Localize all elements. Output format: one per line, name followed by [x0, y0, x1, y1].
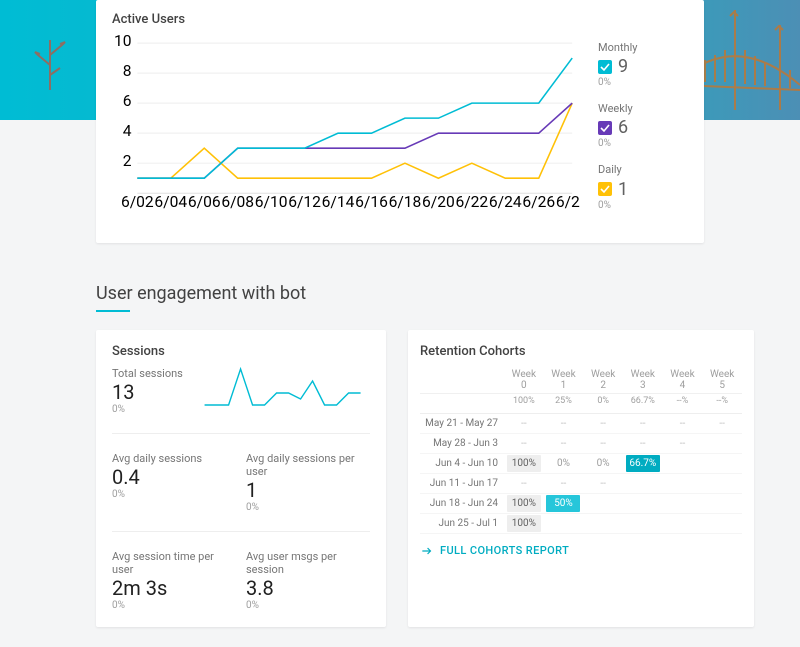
retention-table: Week 0Week 1Week 2Week 3Week 4Week 5 100…	[420, 367, 742, 534]
retention-row: Jun 4 - Jun 10100%0%0%66.7%	[420, 453, 742, 473]
card-title: Sessions	[112, 344, 370, 359]
svg-text:6/14: 6/14	[322, 193, 355, 211]
retention-col-header: Week 0	[504, 367, 544, 394]
svg-text:8: 8	[123, 62, 132, 80]
card-title: Retention Cohorts	[420, 344, 742, 359]
checkbox-monthly[interactable]	[598, 60, 612, 74]
card-title: Active Users	[112, 12, 688, 27]
sessions-sparkline	[195, 367, 370, 411]
svg-text:2: 2	[123, 152, 132, 170]
svg-text:6/06: 6/06	[188, 193, 221, 211]
svg-text:6/28: 6/28	[556, 193, 580, 211]
retention-col-header: Week 1	[544, 367, 584, 394]
stat-avg-msgs-per-session: Avg user msgs per session 3.8 0%	[246, 550, 370, 611]
retention-card: Retention Cohorts Week 0Week 1Week 2Week…	[408, 330, 754, 627]
divider	[112, 531, 370, 532]
svg-text:6: 6	[123, 92, 132, 110]
retention-row: Jun 25 - Jul 1100%	[420, 513, 742, 533]
checkbox-daily[interactable]	[598, 182, 612, 196]
sessions-card: Sessions Total sessions 13 0% Avg daily …	[96, 330, 386, 627]
retention-col-header: Week 5	[702, 367, 742, 394]
active-users-legend: Monthly 9 0% Weekly 6 0% Daily	[598, 35, 688, 225]
svg-text:10: 10	[114, 35, 132, 50]
heading-underline	[96, 310, 130, 312]
retention-col-header: Week 3	[623, 367, 663, 394]
retention-row: May 21 - May 27------------	[420, 413, 742, 433]
active-users-chart[interactable]: 2468106/026/046/066/086/106/126/146/166/…	[112, 35, 580, 213]
retention-row: Jun 18 - Jun 24100%50%	[420, 493, 742, 513]
metric-weekly: Weekly 6 0%	[598, 102, 688, 149]
svg-text:6/04: 6/04	[154, 193, 187, 211]
retention-col-header: Week 4	[663, 367, 703, 394]
metric-daily: Daily 1 0%	[598, 163, 688, 210]
svg-text:6/10: 6/10	[255, 193, 288, 211]
svg-text:6/26: 6/26	[522, 193, 555, 211]
stat-avg-session-time: Avg session time per user 2m 3s 0%	[112, 550, 236, 611]
stat-total-sessions: Total sessions 13 0%	[112, 367, 370, 415]
divider	[112, 433, 370, 434]
svg-text:6/12: 6/12	[288, 193, 321, 211]
tree-icon	[30, 30, 70, 90]
svg-text:4: 4	[123, 122, 132, 140]
arrow-right-icon	[420, 544, 434, 558]
retention-col-header: Week 2	[583, 367, 623, 394]
svg-text:6/22: 6/22	[455, 193, 488, 211]
svg-text:6/20: 6/20	[422, 193, 455, 211]
svg-text:6/16: 6/16	[355, 193, 388, 211]
svg-text:6/02: 6/02	[121, 193, 154, 211]
checkbox-weekly[interactable]	[598, 121, 612, 135]
svg-text:6/24: 6/24	[489, 193, 522, 211]
svg-text:6/18: 6/18	[389, 193, 422, 211]
full-cohorts-report-link[interactable]: FULL COHORTS REPORT	[420, 544, 742, 558]
metric-monthly: Monthly 9 0%	[598, 41, 688, 88]
retention-row: Jun 11 - Jun 17------	[420, 473, 742, 493]
active-users-card: Active Users 2468106/026/046/066/086/106…	[96, 0, 704, 243]
stat-avg-daily-sessions: Avg daily sessions 0.4 0%	[112, 452, 236, 513]
svg-text:6/08: 6/08	[221, 193, 254, 211]
retention-row: May 28 - Jun 3----------	[420, 433, 742, 453]
stat-avg-daily-per-user: Avg daily sessions per user 1 0%	[246, 452, 370, 513]
engagement-heading: User engagement with bot	[96, 283, 704, 304]
